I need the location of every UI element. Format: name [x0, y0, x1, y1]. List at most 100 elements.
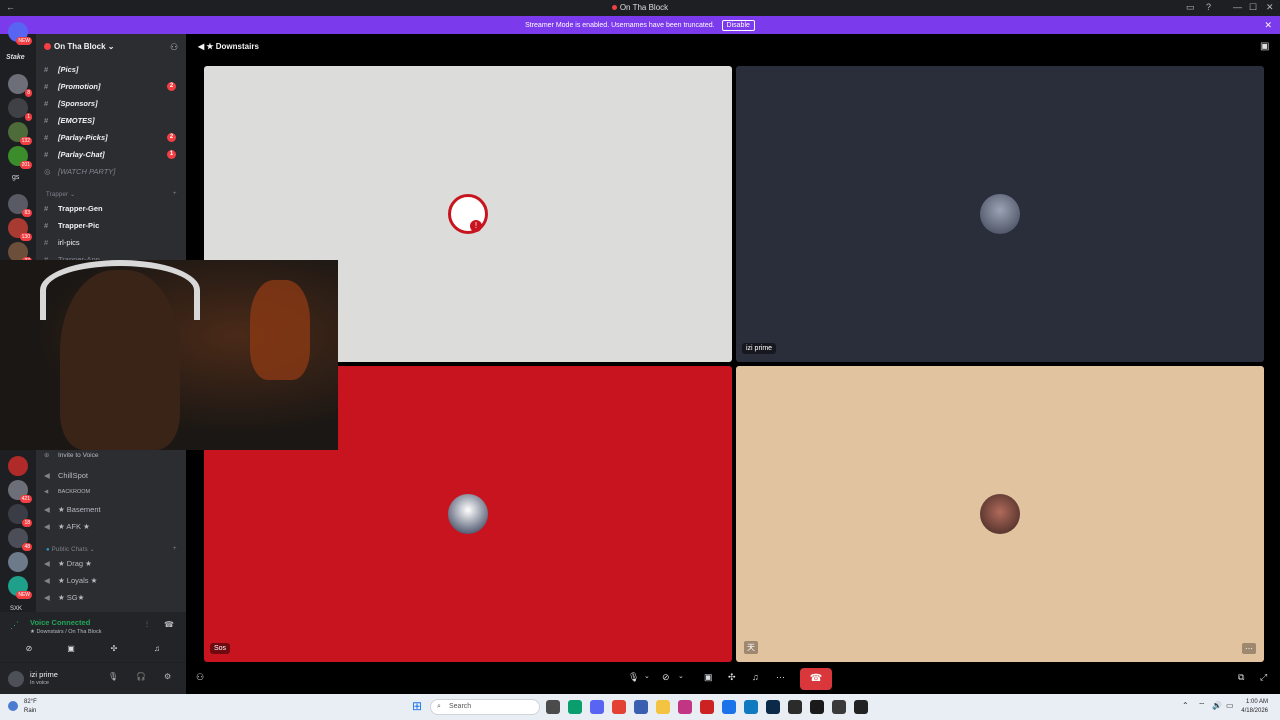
copilot-icon[interactable] [568, 700, 582, 714]
activities-icon[interactable]: ✣ [105, 642, 123, 656]
channel-promotion[interactable]: # [Promotion] 2 [44, 79, 182, 94]
taskbar-search[interactable]: ⌕ Search [430, 699, 540, 715]
voice-channel-sg[interactable]: ◀ ★ SG★ [44, 590, 182, 605]
weather-icon[interactable] [8, 701, 18, 711]
battery-icon[interactable]: ▭ [1226, 701, 1234, 710]
participant-tile[interactable]: 天 ⋯ [736, 366, 1264, 662]
server-label-gs[interactable]: gs [12, 174, 19, 181]
voice-channel-basement[interactable]: ◀ ★ Basement [44, 502, 182, 517]
edge-icon[interactable] [744, 700, 758, 714]
maximize-button[interactable]: ☐ [1249, 2, 1257, 13]
username[interactable]: izi prime [30, 670, 58, 679]
channel-parlay-picks[interactable]: # [Parlay-Picks] 2 [44, 130, 182, 145]
server-icon[interactable]: 1 [8, 98, 32, 121]
more-options-icon[interactable]: ⋯ [1242, 643, 1256, 654]
server-icon[interactable]: NEW [8, 576, 32, 599]
screen-share-icon[interactable]: ▣ [62, 642, 80, 656]
server-icon[interactable] [8, 552, 28, 572]
help-icon[interactable]: ? [1206, 2, 1211, 12]
chat-icon[interactable]: ▣ [1260, 41, 1269, 52]
chevron-down-icon[interactable]: ⌄ [678, 672, 684, 680]
soundboard-icon[interactable]: ♫ [752, 672, 759, 682]
participant-tile[interactable]: izi prime [736, 66, 1264, 362]
camera-off-icon[interactable]: ⊘ [662, 672, 670, 683]
app-icon[interactable] [854, 700, 868, 714]
chevron-down-icon[interactable]: ⌄ [644, 672, 650, 680]
server-icon-home[interactable]: NEW [8, 22, 32, 45]
windows-icon[interactable]: ⊞ [412, 699, 422, 713]
disable-streamer-mode-button[interactable]: Disable [721, 20, 755, 31]
phone-hangup-icon[interactable]: ☎ [800, 668, 832, 690]
channel-pics[interactable]: # [Pics] [44, 62, 182, 77]
headphones-icon[interactable]: 🎧 [136, 672, 146, 681]
fullscreen-icon[interactable]: ⤢ [1260, 672, 1267, 683]
server-name-header[interactable]: On Tha Block ⌄ [44, 42, 115, 51]
voice-channel-chillspot[interactable]: ◀ ChillSpot [44, 468, 182, 483]
channel-emotes[interactable]: # [EMOTES] [44, 113, 182, 128]
invite-user-icon[interactable]: ⚇ [196, 672, 204, 683]
system-clock[interactable]: 1:00 AM 4/18/2026 [1241, 698, 1268, 716]
add-channel-icon[interactable]: + [173, 546, 177, 552]
network-icon[interactable]: ⌔ [1198, 701, 1206, 711]
mic-icon[interactable]: 🎙 [108, 672, 118, 681]
voice-location[interactable]: ★ Downstairs / On Tha Block [30, 629, 101, 635]
back-arrow-icon[interactable]: ← [6, 2, 15, 12]
noise-suppression-icon[interactable]: ⫶ [146, 620, 148, 630]
task-view-icon[interactable] [546, 700, 560, 714]
voice-channel-afk[interactable]: ◀ ★ AFK ★ [44, 519, 182, 534]
voice-channel-backroom[interactable]: ◀ BACKROOM [44, 485, 182, 500]
server-icon[interactable]: 132 [8, 122, 32, 145]
inbox-icon[interactable]: ▭ [1186, 2, 1195, 13]
close-window-button[interactable]: ✕ [1266, 2, 1274, 13]
app-icon[interactable] [722, 700, 736, 714]
add-member-icon[interactable]: ⚇ [170, 42, 178, 53]
category-public-chats[interactable]: ● Public Chats ⌄ + [46, 546, 177, 553]
discord-taskbar-icon[interactable] [590, 700, 604, 714]
server-icon[interactable]: 48 [8, 528, 32, 551]
category-trapper[interactable]: Trapper ⌄ + [46, 191, 177, 198]
signal-icon[interactable]: ⋰ [10, 620, 19, 631]
server-icon[interactable]: 37 [8, 242, 32, 265]
pop-out-icon[interactable]: ⧉ [1238, 672, 1244, 683]
server-label-stake[interactable]: Stake [6, 54, 25, 61]
more-options-icon[interactable]: ⋯ [776, 672, 785, 683]
chrome-icon[interactable] [612, 700, 626, 714]
server-icon[interactable] [8, 456, 28, 476]
app-icon[interactable] [634, 700, 648, 714]
weather-widget[interactable]: 82°F Rain [24, 698, 37, 716]
server-icon[interactable]: 8 [8, 74, 32, 97]
app-icon[interactable] [678, 700, 692, 714]
voice-channel-drag[interactable]: ◀ ★ Drag ★ [44, 556, 182, 571]
camera-off-icon[interactable]: ⊘ [20, 642, 38, 656]
steam-icon[interactable] [766, 700, 780, 714]
server-icon[interactable]: 83 [8, 194, 32, 217]
add-channel-icon[interactable]: + [173, 191, 177, 197]
server-icon[interactable]: 18 [8, 504, 32, 527]
channel-irl-pics[interactable]: # irl-pics [44, 235, 182, 250]
screen-share-icon[interactable]: ▣ [704, 672, 713, 683]
app-icon[interactable] [832, 700, 846, 714]
mic-icon[interactable]: 🎙 [628, 672, 639, 683]
file-explorer-icon[interactable] [656, 700, 670, 714]
language-icon[interactable]: 天 [744, 641, 758, 654]
chevron-up-icon[interactable]: ⌃ [1182, 701, 1189, 710]
server-icon[interactable]: 130 [8, 218, 32, 241]
app-icon[interactable] [700, 700, 714, 714]
obs-icon[interactable] [788, 700, 802, 714]
channel-trapper-gen[interactable]: # Trapper-Gen [44, 201, 182, 216]
server-icon[interactable]: 421 [8, 480, 32, 503]
avatar[interactable] [8, 671, 24, 687]
channel-parlay-chat[interactable]: # [Parlay-Chat] 1 [44, 147, 182, 162]
channel-trapper-pic[interactable]: # Trapper-Pic [44, 218, 182, 233]
close-banner-icon[interactable]: ✕ [1264, 20, 1272, 31]
minimize-button[interactable]: — [1233, 2, 1242, 12]
app-icon[interactable] [810, 700, 824, 714]
volume-icon[interactable]: 🔊 [1212, 701, 1222, 710]
soundboard-icon[interactable]: ♫ [148, 642, 166, 656]
invite-to-voice[interactable]: ⊕ Invite to Voice [44, 448, 182, 463]
channel-watch-party[interactable]: ◎ [WATCH PARTY] [44, 164, 182, 179]
voice-connected-label[interactable]: Voice Connected [30, 618, 90, 627]
voice-channel-loyals[interactable]: ◀ ★ Loyals ★ [44, 573, 182, 588]
disconnect-icon[interactable]: ☎ [164, 620, 174, 629]
server-icon[interactable]: 201 [8, 146, 32, 169]
